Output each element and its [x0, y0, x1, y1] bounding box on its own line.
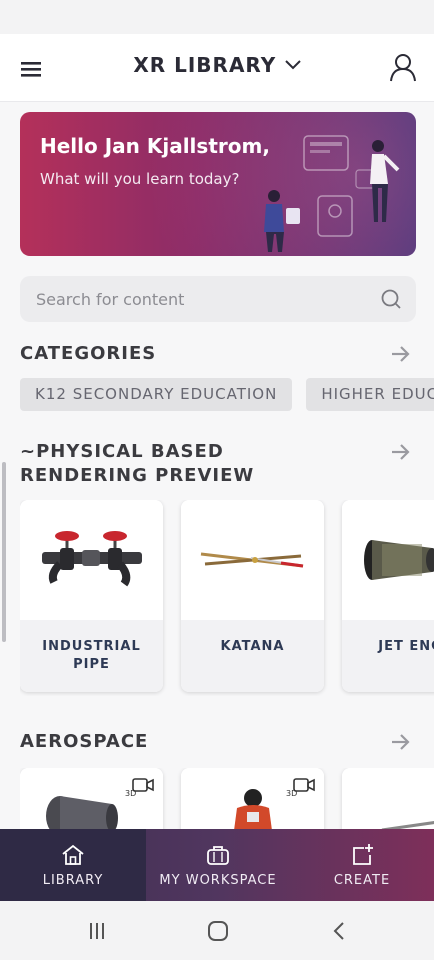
arrow-right-icon [392, 346, 410, 362]
pbr-card-row: INDUSTRIAL PIPE KATANA JET ENGI [20, 500, 434, 696]
nav-label: CREATE [333, 873, 391, 888]
recent-apps-icon [90, 923, 104, 939]
card-title: INDUSTRIAL PIPE [42, 639, 141, 672]
bottom-navigation: LIBRARY MY WORKSPACE CREATE [0, 829, 434, 901]
content-card-katana[interactable]: KATANA [181, 500, 324, 692]
card-thumbnail [342, 768, 434, 838]
briefcase-icon [207, 846, 229, 865]
content-card-industrial-pipe[interactable]: INDUSTRIAL PIPE [20, 500, 163, 692]
profile-button[interactable] [386, 50, 420, 84]
home-circle-icon [208, 921, 228, 941]
aircraft-icon [381, 821, 434, 832]
scrollbar[interactable] [2, 462, 6, 642]
arrow-right-icon [392, 444, 410, 460]
search-input[interactable] [36, 276, 376, 322]
vr-learning-illustration [264, 135, 400, 252]
card-thumbnail: 3D [181, 768, 324, 838]
category-chip[interactable]: K12 SECONDARY EDUCATION [20, 378, 293, 411]
categories-see-all-button[interactable] [388, 342, 414, 366]
arrow-right-icon [392, 734, 410, 750]
aerospace-card-row: 3D 3D [20, 768, 434, 838]
search-bar[interactable] [20, 276, 416, 322]
back-button[interactable] [324, 919, 354, 943]
nav-create[interactable]: CREATE [290, 829, 434, 901]
categories-header: CATEGORIES [20, 342, 414, 366]
aerospace-header: AEROSPACE [20, 730, 414, 754]
search-icon[interactable] [380, 288, 402, 310]
industrial-pipe-icon [42, 531, 142, 587]
3d-video-icon: 3D [125, 778, 154, 798]
aerospace-see-all-button[interactable] [388, 730, 414, 754]
aerospace-title: AEROSPACE [20, 731, 149, 752]
system-navigation-bar [0, 901, 434, 960]
category-chip[interactable]: HIGHER EDUCA [306, 378, 434, 411]
library-switcher[interactable]: XR LIBRARY [0, 53, 434, 77]
card-thumbnail: 3D [20, 768, 163, 838]
card-title: JET ENGI [378, 639, 434, 654]
card-footer: KATANA [181, 620, 324, 692]
card-thumbnail [342, 500, 434, 620]
jet-engine-icon [364, 540, 434, 580]
chevron-down-icon [284, 60, 301, 70]
pbr-title: ~PHYSICAL BASED RENDERING PREVIEW [20, 441, 255, 486]
page-title: XR LIBRARY [133, 53, 277, 77]
katana-icon [200, 552, 304, 568]
pbr-header: ~PHYSICAL BASED RENDERING PREVIEW [20, 440, 414, 488]
nav-my-workspace[interactable]: MY WORKSPACE [146, 829, 290, 901]
back-chevron-icon [333, 922, 344, 940]
user-icon [390, 54, 416, 82]
nav-label: MY WORKSPACE [159, 873, 277, 888]
greeting-text: Hello Jan Kjallstrom, [40, 134, 270, 158]
svg-text:3D: 3D [125, 789, 136, 798]
home-icon [62, 844, 84, 865]
card-title: KATANA [220, 639, 285, 654]
svg-text:3D: 3D [286, 789, 297, 798]
card-footer: INDUSTRIAL PIPE [20, 620, 163, 692]
add-card-icon [353, 844, 373, 865]
content-card-turbine[interactable]: 3D [20, 768, 163, 838]
3d-video-icon: 3D [286, 778, 315, 798]
content-card-aircraft[interactable] [342, 768, 434, 838]
nav-library[interactable]: LIBRARY [0, 829, 146, 901]
content-card-jet-engine[interactable]: JET ENGI [342, 500, 434, 692]
welcome-banner: Hello Jan Kjallstrom, What will you lear… [20, 112, 416, 256]
3d-video-badge: 3D [125, 776, 155, 798]
pbr-see-all-button[interactable] [388, 440, 414, 464]
card-footer: JET ENGI [342, 620, 434, 692]
category-chips: K12 SECONDARY EDUCATION HIGHER EDUCA [20, 378, 434, 412]
card-thumbnail [181, 500, 324, 620]
3d-video-badge: 3D [286, 776, 316, 798]
recent-apps-button[interactable] [82, 919, 112, 943]
greeting-subtitle: What will you learn today? [40, 170, 240, 188]
categories-title: CATEGORIES [20, 343, 157, 364]
card-thumbnail [20, 500, 163, 620]
content-card-astronaut[interactable]: 3D [181, 768, 324, 838]
home-button[interactable] [203, 919, 233, 943]
nav-label: LIBRARY [42, 873, 104, 888]
top-app-bar: XR LIBRARY [0, 34, 434, 102]
status-bar [0, 0, 434, 34]
